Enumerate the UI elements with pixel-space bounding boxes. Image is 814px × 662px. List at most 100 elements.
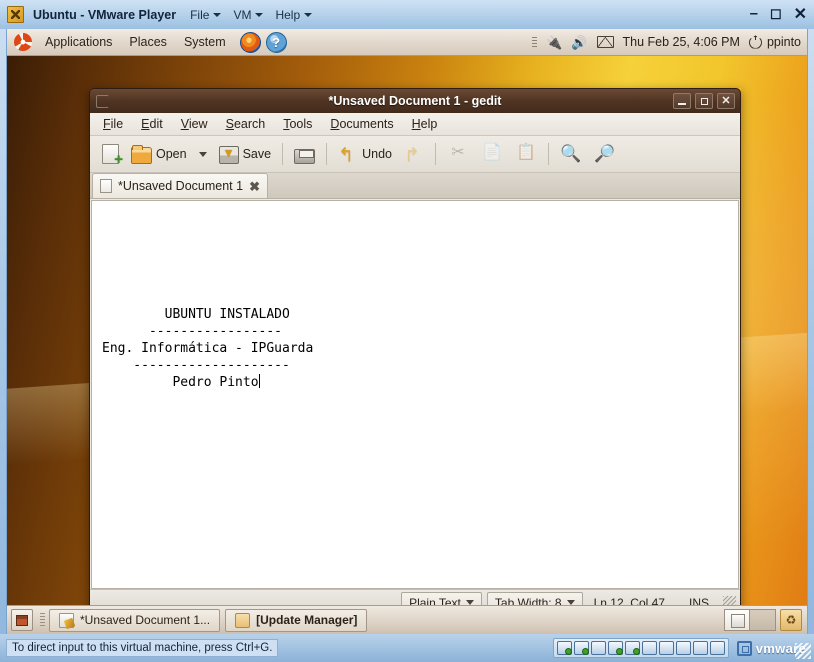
vmware-menu-help[interactable]: Help	[275, 8, 313, 22]
open-folder-icon	[131, 145, 152, 164]
gedit-menu-search[interactable]: Search	[217, 114, 275, 134]
paste-button[interactable]: 📋	[510, 139, 542, 169]
undo-arrow-icon: ↰	[338, 144, 355, 166]
copy-button[interactable]: 📄	[476, 139, 508, 169]
firefox-icon[interactable]	[239, 31, 261, 53]
workspace-2[interactable]	[750, 610, 775, 630]
save-button-label: Save	[242, 147, 272, 161]
vmware-window-title: Ubuntu - VMware Player	[33, 7, 177, 22]
disconnect-icon[interactable]	[709, 641, 725, 655]
help-icon[interactable]: ?	[265, 31, 287, 53]
taskbar-item-update-manager[interactable]: [Update Manager]	[225, 608, 368, 632]
workspace-switcher[interactable]	[724, 609, 776, 631]
gedit-menu-file[interactable]: File	[94, 114, 132, 134]
vmware-titlebar: Ubuntu - VMware Player File VM Help – ☐ …	[0, 0, 814, 29]
printer-icon[interactable]	[658, 641, 674, 655]
panel-clock[interactable]: Thu Feb 25, 4:06 PM	[623, 35, 740, 49]
save-disk-icon	[218, 146, 239, 164]
workspace-1[interactable]	[725, 610, 750, 630]
maximize-icon[interactable]: ☐	[770, 8, 782, 21]
gedit-tabbar: *Unsaved Document 1 ✖	[90, 173, 740, 199]
vmware-statusbar: To direct input to this virtual machine,…	[0, 634, 814, 662]
vmware-logo-icon	[736, 640, 752, 656]
usb-icon[interactable]	[675, 641, 691, 655]
close-icon[interactable]: ✕	[794, 6, 807, 23]
gedit-body: File Edit View Search Tools Documents He…	[89, 113, 741, 616]
panel-menu-applications[interactable]: Applications	[41, 33, 116, 51]
network-icon[interactable]	[607, 641, 623, 655]
print-button[interactable]	[289, 139, 320, 169]
vmware-menu-file[interactable]: File	[190, 7, 222, 22]
gedit-toolbar: Open Save ↰ Und	[90, 136, 740, 173]
panel-menu-system[interactable]: System	[180, 33, 230, 51]
vmware-menu-file-label: File	[190, 7, 210, 22]
text-cursor	[258, 374, 260, 388]
scissors-icon: ✂	[451, 144, 465, 161]
gedit-window-controls: ✕	[673, 93, 740, 109]
volume-icon[interactable]: 🔊	[571, 36, 587, 49]
power-plug-icon[interactable]: 🔌	[546, 36, 562, 49]
gedit-menu-search-rest: earch	[233, 117, 266, 131]
gedit-close-button[interactable]: ✕	[717, 93, 735, 109]
new-button[interactable]	[95, 139, 124, 169]
copy-icon: 📄	[482, 144, 502, 161]
gedit-menu-search-mnemonic: S	[225, 117, 234, 131]
redo-button[interactable]: ↱	[399, 139, 429, 169]
gedit-menu-documents[interactable]: Documents	[321, 114, 402, 134]
tab-close-icon[interactable]: ✖	[249, 180, 260, 193]
new-document-icon	[102, 144, 123, 167]
grip-handle-icon[interactable]	[40, 612, 45, 628]
taskbar-item-update-manager-label: [Update Manager]	[256, 613, 358, 627]
vmware-menubar: File VM Help	[190, 7, 313, 22]
envelope-icon[interactable]	[596, 36, 614, 48]
save-button[interactable]: Save	[214, 139, 277, 169]
gedit-text-area[interactable]: UBUNTU INSTALADO ----------------- Eng. …	[91, 200, 739, 589]
gedit-menu-view[interactable]: View	[172, 114, 217, 134]
minimize-icon[interactable]: –	[750, 6, 758, 21]
cut-button[interactable]: ✂	[442, 139, 474, 169]
grip-handle-icon[interactable]	[532, 36, 538, 48]
panel-notification-area: 🔌 🔊 Thu Feb 25, 4:06 PM ppinto	[532, 35, 807, 49]
taskbar-item-gedit[interactable]: *Unsaved Document 1...	[49, 608, 221, 632]
show-desktop-icon[interactable]	[11, 609, 33, 631]
vmware-menu-vm-label: VM	[233, 7, 252, 22]
open-dropdown-button[interactable]	[194, 139, 212, 169]
sound-icon[interactable]	[624, 641, 640, 655]
taskbar-right-area: ♻	[724, 609, 805, 631]
find-button[interactable]: 🔍	[555, 139, 587, 169]
gedit-minimize-button[interactable]	[673, 93, 691, 109]
gedit-menu-help[interactable]: Help	[403, 114, 447, 134]
user-menu[interactable]: ppinto	[748, 35, 801, 49]
display-icon[interactable]	[641, 641, 657, 655]
vmware-app-icon	[7, 6, 24, 23]
gedit-maximize-button[interactable]	[695, 93, 713, 109]
panel-menu-places[interactable]: Places	[125, 33, 171, 51]
toolbar-separator	[326, 143, 328, 165]
gedit-menu-edit-rest: dit	[149, 117, 163, 131]
undo-button[interactable]: ↰ Undo	[333, 139, 397, 169]
chevron-down-icon	[213, 12, 222, 17]
gedit-menu-edit[interactable]: Edit	[132, 114, 172, 134]
open-button[interactable]: Open	[126, 139, 192, 169]
chevron-down-icon	[198, 151, 207, 157]
gedit-titlebar[interactable]: *Unsaved Document 1 - gedit ✕	[89, 88, 741, 113]
gedit-menu-tools[interactable]: Tools	[274, 114, 321, 134]
floppy-icon[interactable]	[590, 641, 606, 655]
printer-icon	[294, 149, 316, 164]
replace-button[interactable]: 🔎	[589, 139, 621, 169]
gedit-window: *Unsaved Document 1 - gedit ✕ File Edit …	[89, 88, 741, 616]
gedit-window-title: *Unsaved Document 1 - gedit	[328, 94, 502, 108]
usb-icon[interactable]	[692, 641, 708, 655]
trash-icon[interactable]: ♻	[780, 609, 802, 631]
gedit-menubar: File Edit View Search Tools Documents He…	[90, 113, 740, 136]
guest-os-screen[interactable]: Applications Places System ? 🔌 🔊 Thu Feb…	[6, 29, 808, 634]
window-resize-grip[interactable]	[795, 643, 811, 659]
document-icon	[100, 179, 112, 193]
cd-dvd-icon[interactable]	[573, 641, 589, 655]
gedit-menu-help-mnemonic: H	[411, 117, 421, 131]
gedit-tab-unsaved-document-1[interactable]: *Unsaved Document 1 ✖	[92, 173, 268, 198]
vmware-menu-vm[interactable]: VM	[233, 7, 264, 22]
hard-disk-icon[interactable]	[556, 641, 572, 655]
toolbar-separator	[282, 143, 284, 165]
magnifier-icon: 🔍	[560, 144, 582, 163]
